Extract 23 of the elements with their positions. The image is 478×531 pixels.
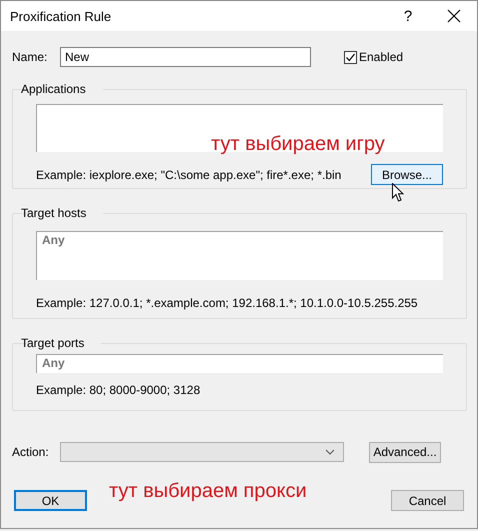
name-label: Name: <box>12 50 48 64</box>
action-label: Action: <box>12 445 50 459</box>
example-text: Example: iexplore.exe; "C:\some app.exe"; fire*.exe; *.bin <box>36 168 342 182</box>
hosts-field[interactable]: Any <box>36 231 443 280</box>
annotation-text: тут выбираем игру <box>211 133 385 156</box>
cancel-button[interactable]: Cancel <box>391 490 464 511</box>
ports-field[interactable]: Any <box>36 354 443 373</box>
group-title: Applications <box>20 82 87 96</box>
annotation-text: тут выбираем прокси <box>109 480 307 503</box>
group-title: Target ports <box>20 336 86 350</box>
cursor-icon <box>392 183 404 203</box>
help-button[interactable]: ? <box>385 1 431 31</box>
ok-button[interactable]: OK <box>14 490 87 511</box>
window-title: Proxification Rule <box>10 8 112 24</box>
close-icon <box>447 9 461 23</box>
enabled-checkbox[interactable]: Enabled <box>344 50 404 64</box>
example-text: Example: 80; 8000-9000; 3128 <box>36 382 200 396</box>
name-field[interactable]: New <box>60 47 311 67</box>
advanced-button[interactable]: Advanced... <box>369 442 441 462</box>
example-text: Example: 127.0.0.1; *.example.com; 192.168.1.*; 10.1.0.0-10.5.255.255 <box>36 296 418 310</box>
chevron-down-icon <box>325 449 335 455</box>
group-title: Target hosts <box>20 206 88 220</box>
browse-button[interactable]: Browse... <box>371 164 443 185</box>
